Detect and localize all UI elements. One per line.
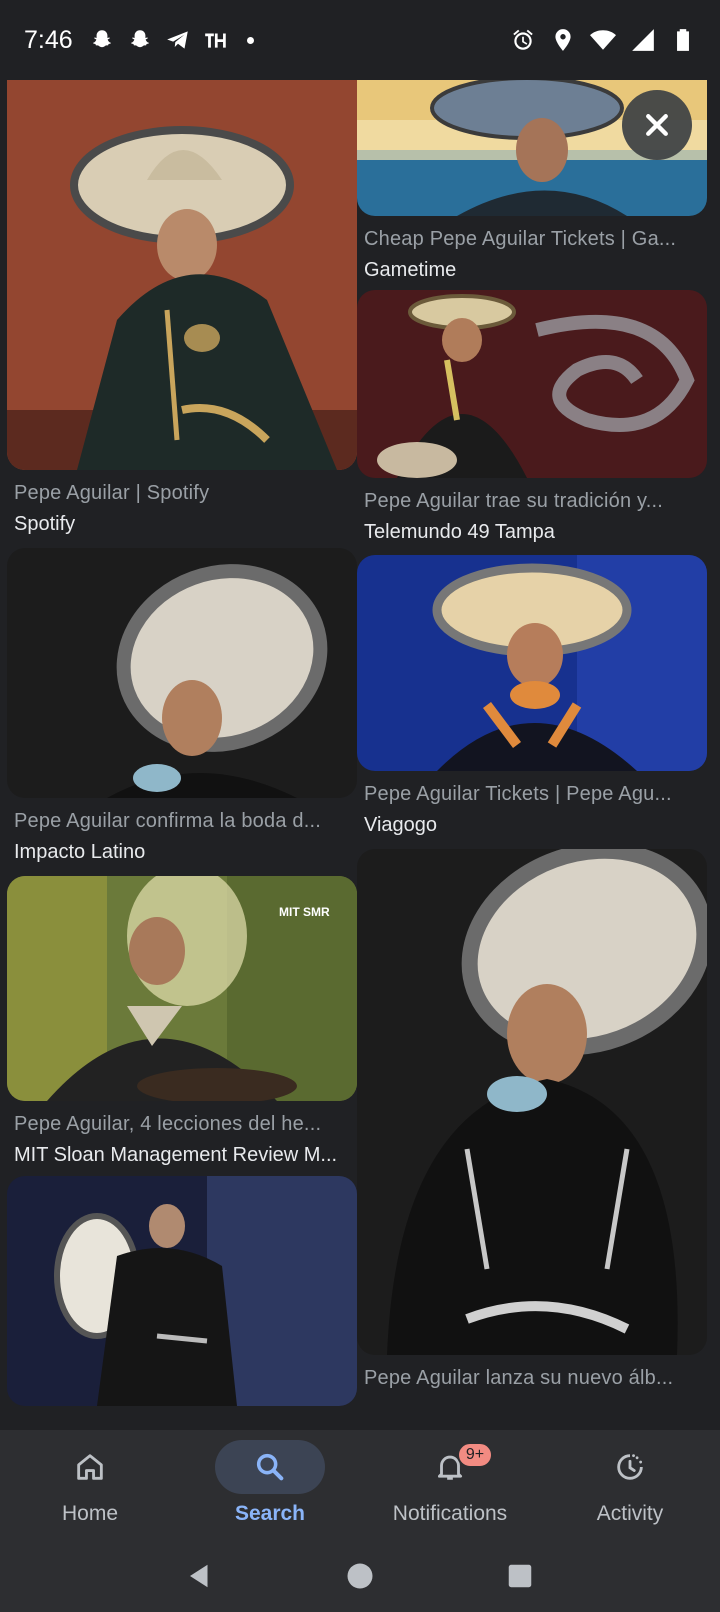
result-card[interactable]: Pepe Aguilar Tickets | Pepe Agu... Viago…: [357, 555, 707, 837]
image-results-grid: Pepe Aguilar | Spotify Spotify Pepe Agui…: [0, 80, 720, 1430]
system-navigation-bar: [0, 1540, 720, 1612]
result-card[interactable]: Pepe Aguilar lanza su nuevo álb...: [357, 849, 707, 1390]
more-notifications-dot: [246, 36, 254, 44]
activity-icon: [617, 1454, 643, 1480]
status-notification-icons: [89, 27, 254, 53]
alarm-icon: [510, 27, 536, 53]
nav-activity[interactable]: Activity: [540, 1430, 720, 1540]
result-source: MIT Sloan Management Review M...: [14, 1144, 338, 1166]
home-circle-icon[interactable]: [345, 1561, 375, 1591]
result-card[interactable]: Pepe Aguilar trae su tradición y... Tele…: [357, 290, 707, 544]
home-icon: [77, 1454, 103, 1480]
nav-search[interactable]: Search: [180, 1430, 360, 1540]
result-card[interactable]: Pepe Aguilar | Spotify Spotify: [7, 80, 357, 536]
result-card[interactable]: [7, 1176, 357, 1406]
result-image[interactable]: [7, 1176, 357, 1406]
location-icon: [550, 27, 576, 53]
notification-badge: 9+: [457, 1442, 493, 1468]
result-card[interactable]: Pepe Aguilar confirma la boda d... Impac…: [7, 548, 357, 864]
nav-home-icon-wrap: [35, 1440, 145, 1494]
result-title: Pepe Aguilar lanza su nuevo álb...: [364, 1367, 674, 1389]
battery-icon: [670, 27, 696, 53]
result-title: Pepe Aguilar trae su tradición y...: [364, 490, 664, 512]
wifi-icon: [590, 27, 616, 53]
close-button[interactable]: [622, 90, 692, 160]
search-icon: [256, 1453, 284, 1481]
th-icon: [203, 27, 229, 53]
result-source: Telemundo 49 Tampa: [364, 521, 555, 543]
result-source: Viagogo: [364, 814, 438, 836]
result-image[interactable]: [357, 849, 707, 1355]
nav-search-icon-wrap: [215, 1440, 325, 1494]
result-image[interactable]: [357, 555, 707, 771]
status-time: 7:46: [24, 25, 73, 54]
result-title: Pepe Aguilar Tickets | Pepe Agu...: [364, 783, 672, 805]
back-icon[interactable]: [185, 1561, 215, 1591]
result-card[interactable]: MIT SMR Pepe Aguilar, 4 lecciones del he…: [7, 876, 357, 1167]
snapchat-icon: [127, 27, 153, 53]
telegram-icon: [165, 27, 191, 53]
snapchat-icon: [89, 27, 115, 53]
result-image[interactable]: [7, 80, 357, 470]
bottom-navigation: Home Search 9+ Notifications Activity: [0, 1430, 720, 1540]
close-icon: [646, 114, 668, 136]
status-system-icons: [510, 27, 696, 53]
result-title: Pepe Aguilar confirma la boda d...: [14, 810, 321, 832]
status-bar: 7:46: [0, 0, 720, 80]
result-title: Pepe Aguilar, 4 lecciones del he...: [14, 1113, 322, 1135]
result-source: Gametime: [364, 259, 457, 281]
nav-search-label: Search: [234, 1502, 306, 1525]
result-image[interactable]: [7, 548, 357, 798]
recents-icon[interactable]: [505, 1561, 535, 1591]
signal-icon: [630, 27, 656, 53]
nav-activity-label: Activity: [596, 1502, 664, 1525]
image-watermark: MIT SMR: [279, 905, 330, 919]
nav-notifications-icon-wrap: 9+: [395, 1440, 505, 1494]
result-source: Impacto Latino: [14, 841, 146, 863]
result-image[interactable]: MIT SMR: [7, 876, 357, 1101]
nav-notifications[interactable]: 9+ Notifications: [360, 1430, 540, 1540]
nav-home-label: Home: [61, 1502, 119, 1525]
nav-activity-icon-wrap: [575, 1440, 685, 1494]
result-title: Cheap Pepe Aguilar Tickets | Ga...: [364, 228, 677, 250]
nav-home[interactable]: Home: [0, 1430, 180, 1540]
nav-notifications-label: Notifications: [392, 1502, 508, 1525]
result-source: Spotify: [14, 513, 76, 535]
result-image[interactable]: [357, 290, 707, 478]
result-title: Pepe Aguilar | Spotify: [14, 482, 210, 504]
